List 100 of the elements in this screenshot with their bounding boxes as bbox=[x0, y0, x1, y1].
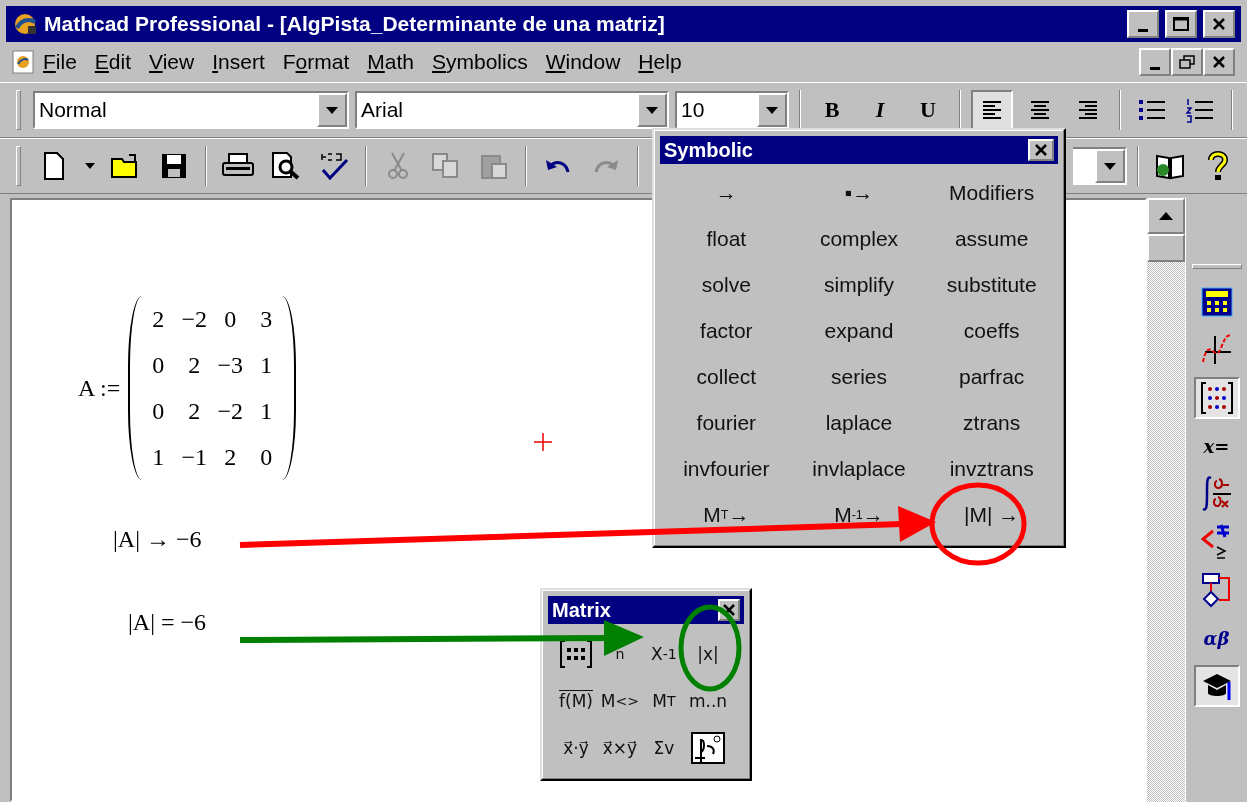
matrix-entry: −2 bbox=[216, 396, 244, 426]
italic-button[interactable]: I bbox=[859, 90, 901, 130]
close-icon bbox=[1212, 56, 1226, 68]
symbolic-keyword-button[interactable]: parfrac bbox=[925, 354, 1058, 400]
dropdown-arrow-icon bbox=[326, 106, 338, 114]
align-left-icon bbox=[980, 99, 1004, 121]
symbolic-keyword-button[interactable]: series bbox=[792, 354, 926, 400]
symbolic-keyword-button[interactable]: float bbox=[660, 216, 793, 262]
matrix-operator-button[interactable]: n bbox=[615, 645, 625, 662]
font-dropdown[interactable]: Arial bbox=[355, 91, 669, 129]
bullet-list-icon bbox=[1137, 97, 1167, 123]
maximize-button[interactable] bbox=[1165, 10, 1197, 38]
align-left-button[interactable] bbox=[971, 90, 1013, 130]
symbolic-keyword-button[interactable]: fourier bbox=[660, 400, 793, 446]
graph-icon bbox=[1200, 334, 1233, 366]
minimize-icon bbox=[1138, 28, 1148, 32]
close-icon bbox=[722, 604, 736, 616]
spell-check-icon bbox=[319, 152, 349, 180]
style-dropdown[interactable]: Normal bbox=[33, 91, 349, 129]
align-center-icon bbox=[1028, 99, 1052, 121]
close-button[interactable] bbox=[1028, 139, 1054, 161]
matrix-entry: 0 bbox=[259, 442, 274, 472]
dropdown-arrow-icon bbox=[766, 106, 778, 114]
math-definition: A := bbox=[78, 374, 121, 402]
symbolic-keyword-button[interactable]: solve bbox=[660, 262, 793, 308]
symbolic-keyword-button[interactable]: invfourier bbox=[660, 446, 793, 492]
symbolic-toolbar-button[interactable] bbox=[1193, 665, 1240, 707]
dropdown-arrow-icon bbox=[1104, 162, 1116, 170]
math-result: |A| → −6 bbox=[113, 526, 202, 553]
menu-item[interactable]: Help bbox=[629, 50, 691, 74]
symbolic-keyword-button[interactable]: complex bbox=[792, 216, 926, 262]
matrix-toolbar-button[interactable] bbox=[1193, 377, 1240, 419]
question-mark-icon bbox=[1208, 151, 1228, 181]
scissors-icon bbox=[387, 152, 409, 180]
minimize-button[interactable] bbox=[1127, 10, 1159, 38]
dropdown-arrow-icon bbox=[646, 106, 658, 114]
symbolic-keyword-button[interactable]: invlaplace bbox=[792, 446, 926, 492]
menu-item[interactable]: Format bbox=[273, 50, 359, 74]
matrix-operator-button[interactable]: m..n bbox=[688, 690, 728, 711]
menu-item[interactable]: Insert bbox=[203, 50, 274, 74]
bold-button[interactable]: B bbox=[811, 90, 853, 130]
vectorize-button[interactable]: f(M) bbox=[559, 690, 593, 711]
close-button[interactable] bbox=[1203, 48, 1235, 76]
restore-button[interactable] bbox=[1171, 48, 1203, 76]
matrix-entry: 3 bbox=[259, 304, 274, 334]
symbolic-keyword-button[interactable]: substitute bbox=[925, 262, 1058, 308]
print-preview-icon bbox=[271, 152, 301, 180]
matrix-entry: 2 bbox=[151, 304, 166, 334]
minimize-button[interactable] bbox=[1139, 48, 1171, 76]
copy-icon bbox=[432, 153, 460, 179]
menu-item[interactable]: View bbox=[140, 50, 204, 74]
caret-icon bbox=[85, 163, 95, 169]
vertical-scrollbar[interactable] bbox=[1147, 198, 1185, 802]
matrix-operator-button[interactable]: Σv bbox=[653, 737, 675, 758]
symbolic-keyword-button[interactable]: expand bbox=[792, 308, 926, 354]
book-icon bbox=[1155, 152, 1185, 180]
matrix-icon bbox=[1199, 381, 1234, 415]
greek-toolbar-button[interactable]: αβ bbox=[1193, 617, 1240, 659]
menu-item[interactable]: Symbolics bbox=[422, 50, 537, 74]
window-title: Mathcad Professional - [AlgPista_Determinante de una matriz] bbox=[44, 12, 666, 36]
matrix-icon bbox=[559, 638, 593, 669]
zoom-dropdown[interactable] bbox=[1073, 147, 1127, 185]
matrix-operator-button[interactable]: |x| bbox=[697, 643, 719, 664]
symbolic-keyword-button[interactable]: factor bbox=[660, 308, 793, 354]
matrix-entry: 0 bbox=[223, 304, 238, 334]
palette-title: Symbolic bbox=[664, 138, 753, 162]
underline-button[interactable]: U bbox=[907, 90, 949, 130]
symbolic-keyword-button[interactable]: ztrans bbox=[925, 400, 1058, 446]
matrix-entry: 1 bbox=[151, 442, 166, 472]
evaluation-toolbar-button[interactable]: x= bbox=[1193, 425, 1240, 467]
symbolic-keyword-button[interactable]: collect bbox=[660, 354, 793, 400]
palette-title: Matrix bbox=[552, 598, 611, 622]
close-icon bbox=[1212, 18, 1226, 30]
matrix-operator-button[interactable]: x⃗×y⃗ bbox=[602, 737, 638, 758]
calculus-icon bbox=[1200, 475, 1233, 513]
symbolic-keyword-button[interactable]: |M| → bbox=[925, 492, 1058, 538]
flowchart-icon bbox=[1200, 572, 1233, 608]
picture-icon bbox=[691, 731, 725, 764]
menu-item[interactable]: Math bbox=[358, 50, 423, 74]
menu-item[interactable]: File bbox=[34, 50, 86, 74]
close-icon bbox=[1034, 144, 1048, 156]
symbolic-keyword-button[interactable]: coeffs bbox=[925, 308, 1058, 354]
align-right-icon bbox=[1076, 99, 1100, 121]
crosshair-cursor-icon bbox=[534, 433, 552, 451]
matrix-operator-button[interactable]: x⃗·y⃗ bbox=[563, 737, 589, 758]
printer-icon bbox=[222, 153, 254, 179]
menu-item[interactable]: Edit bbox=[85, 50, 141, 74]
symbolic-keyword-button[interactable]: simplify bbox=[792, 262, 926, 308]
new-document-icon bbox=[43, 152, 65, 180]
symbolic-keyword-button[interactable]: laplace bbox=[792, 400, 926, 446]
clipboard-icon bbox=[480, 152, 508, 180]
symbolic-keyword-button[interactable]: invztrans bbox=[925, 446, 1058, 492]
scroll-up-button[interactable] bbox=[1147, 198, 1185, 234]
matrix-entry: 0 bbox=[151, 396, 166, 426]
menu-item[interactable]: Window bbox=[536, 50, 630, 74]
font-size-dropdown[interactable]: 10 bbox=[675, 91, 789, 129]
matrix-entry: −2 bbox=[180, 304, 208, 334]
close-button[interactable] bbox=[1203, 10, 1235, 38]
scroll-thumb[interactable] bbox=[1147, 234, 1185, 262]
symbolic-keyword-button[interactable]: assume bbox=[925, 216, 1058, 262]
